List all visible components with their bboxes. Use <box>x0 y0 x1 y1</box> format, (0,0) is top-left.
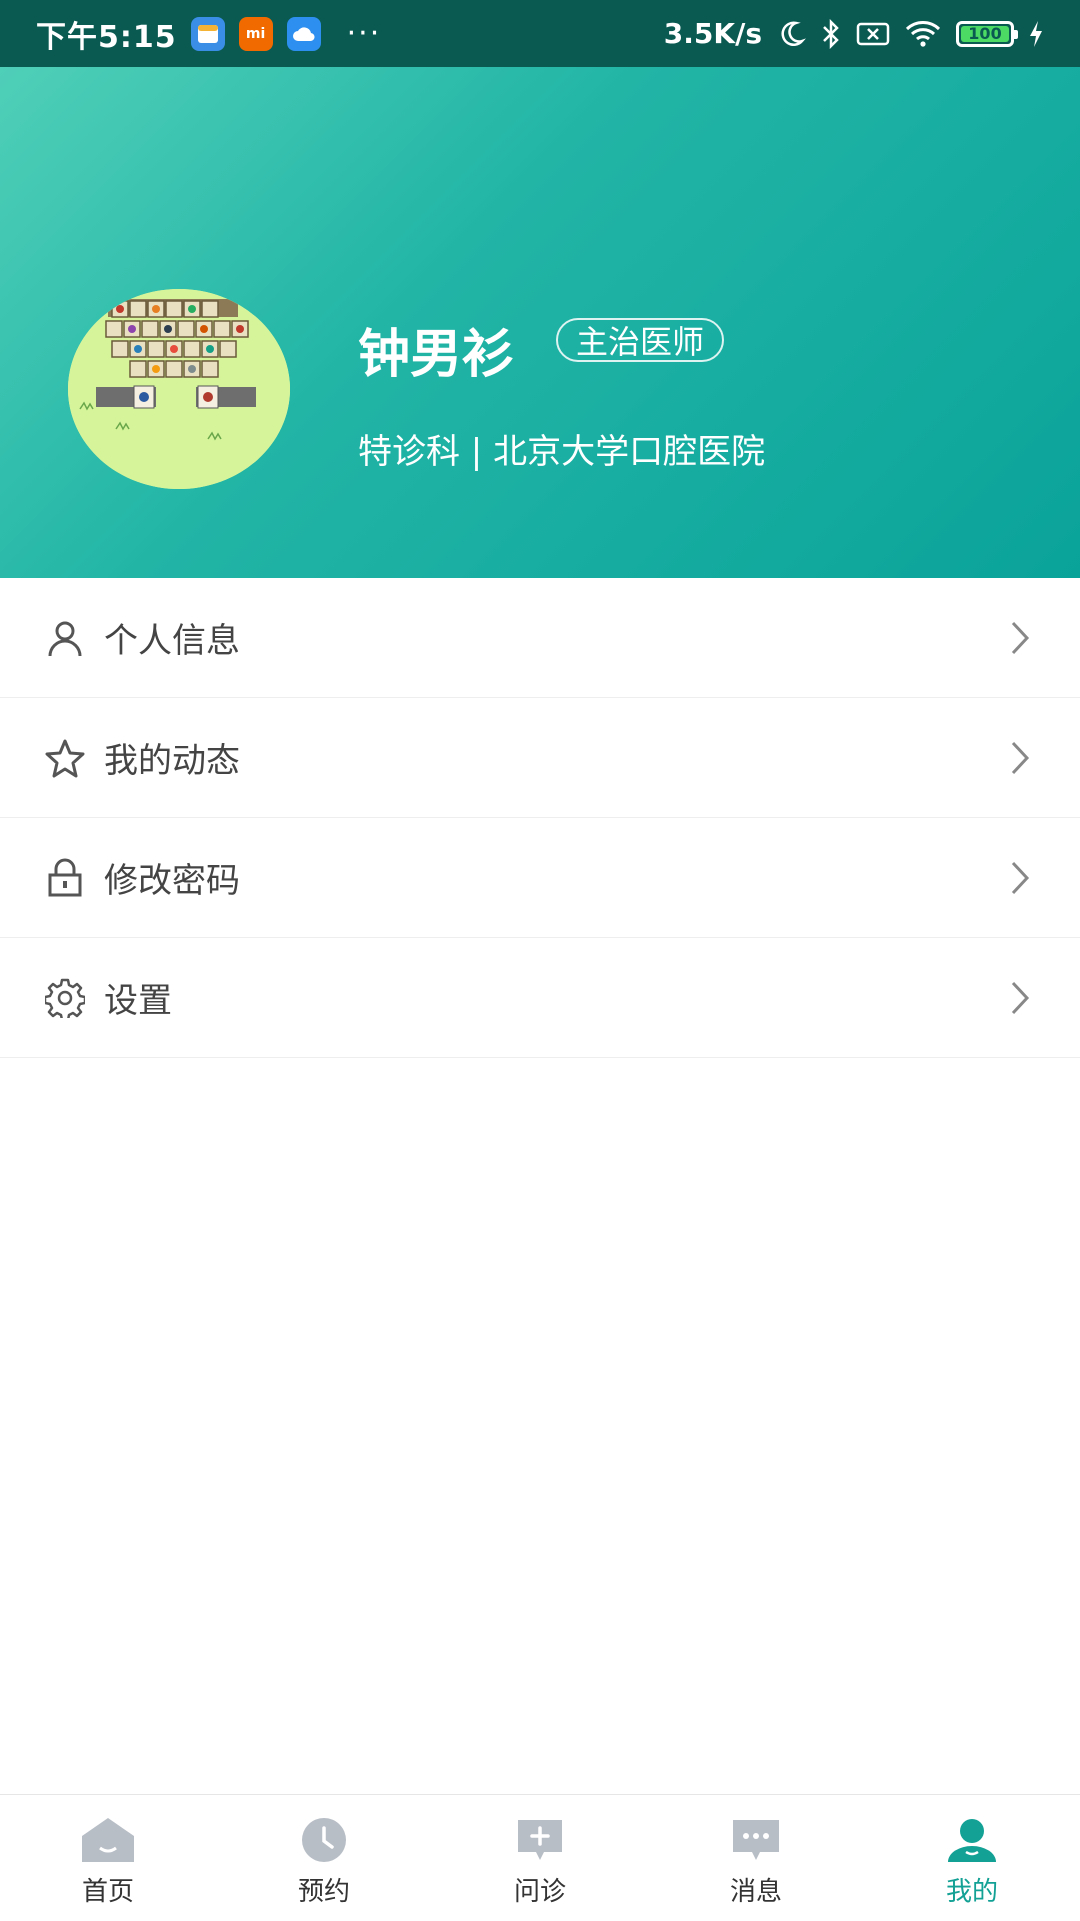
clock-icon <box>296 1815 352 1865</box>
profile-header: 钟男衫 主治医师 特诊科 | 北京大学口腔医院 <box>0 67 1080 578</box>
user-icon <box>44 617 86 659</box>
message-icon <box>728 1815 784 1865</box>
bottom-navigation: 首页 预约 问诊 消息 我的 <box>0 1794 1080 1921</box>
star-icon <box>44 737 86 779</box>
menu-item-change-password[interactable]: 修改密码 <box>0 818 1080 938</box>
chevron-right-icon <box>1008 978 1032 1018</box>
nav-item-consult[interactable]: 问诊 <box>432 1795 648 1921</box>
network-speed: 3.5K/s <box>663 17 762 50</box>
nav-label: 问诊 <box>513 1877 566 1907</box>
menu-item-my-activity[interactable]: 我的动态 <box>0 698 1080 818</box>
nav-item-appointment[interactable]: 预约 <box>216 1795 432 1921</box>
calendar-app-icon <box>190 16 225 51</box>
more-notifications-indicator: ··· <box>346 16 382 51</box>
moon-icon <box>776 19 806 49</box>
doctor-title-badge: 主治医师 <box>556 318 725 362</box>
avatar[interactable] <box>68 289 290 489</box>
battery-level: 100 <box>968 24 1002 43</box>
menu-item-label: 修改密码 <box>104 861 240 901</box>
menu-item-settings[interactable]: 设置 <box>0 938 1080 1058</box>
nav-label: 预约 <box>297 1877 350 1907</box>
menu-item-label: 设置 <box>104 981 172 1021</box>
status-time: 下午5:15 <box>36 19 177 55</box>
cloud-app-icon <box>286 16 321 51</box>
nav-item-messages[interactable]: 消息 <box>648 1795 864 1921</box>
nav-label: 消息 <box>729 1877 782 1907</box>
battery-icon: 100 <box>956 20 1018 47</box>
department-hospital: 特诊科 | 北京大学口腔医院 <box>358 432 766 472</box>
chevron-right-icon <box>1008 858 1032 898</box>
gear-icon <box>44 977 86 1019</box>
menu-item-label: 个人信息 <box>104 621 240 661</box>
menu-item-personal-info[interactable]: 个人信息 <box>0 578 1080 698</box>
doctor-name: 钟男衫 <box>358 325 515 385</box>
lock-icon <box>44 857 86 899</box>
chevron-right-icon <box>1008 738 1032 778</box>
wifi-icon <box>904 20 942 48</box>
chevron-right-icon <box>1008 618 1032 658</box>
nav-item-home[interactable]: 首页 <box>0 1795 216 1921</box>
nav-label: 我的 <box>945 1877 998 1907</box>
profile-icon <box>944 1815 1000 1865</box>
profile-menu: 个人信息 我的动态 修改密码 设置 <box>0 578 1080 1058</box>
no-sim-icon <box>856 21 890 47</box>
nav-label: 首页 <box>81 1877 134 1907</box>
mi-app-icon: mi <box>238 16 273 51</box>
home-icon <box>80 1815 136 1865</box>
bluetooth-icon <box>820 18 842 49</box>
charging-icon <box>1028 20 1044 48</box>
menu-item-label: 我的动态 <box>104 741 240 781</box>
status-bar: 下午5:15 mi ··· 3.5K/s 100 <box>0 0 1080 67</box>
consult-icon <box>512 1815 568 1865</box>
nav-item-mine[interactable]: 我的 <box>864 1795 1080 1921</box>
